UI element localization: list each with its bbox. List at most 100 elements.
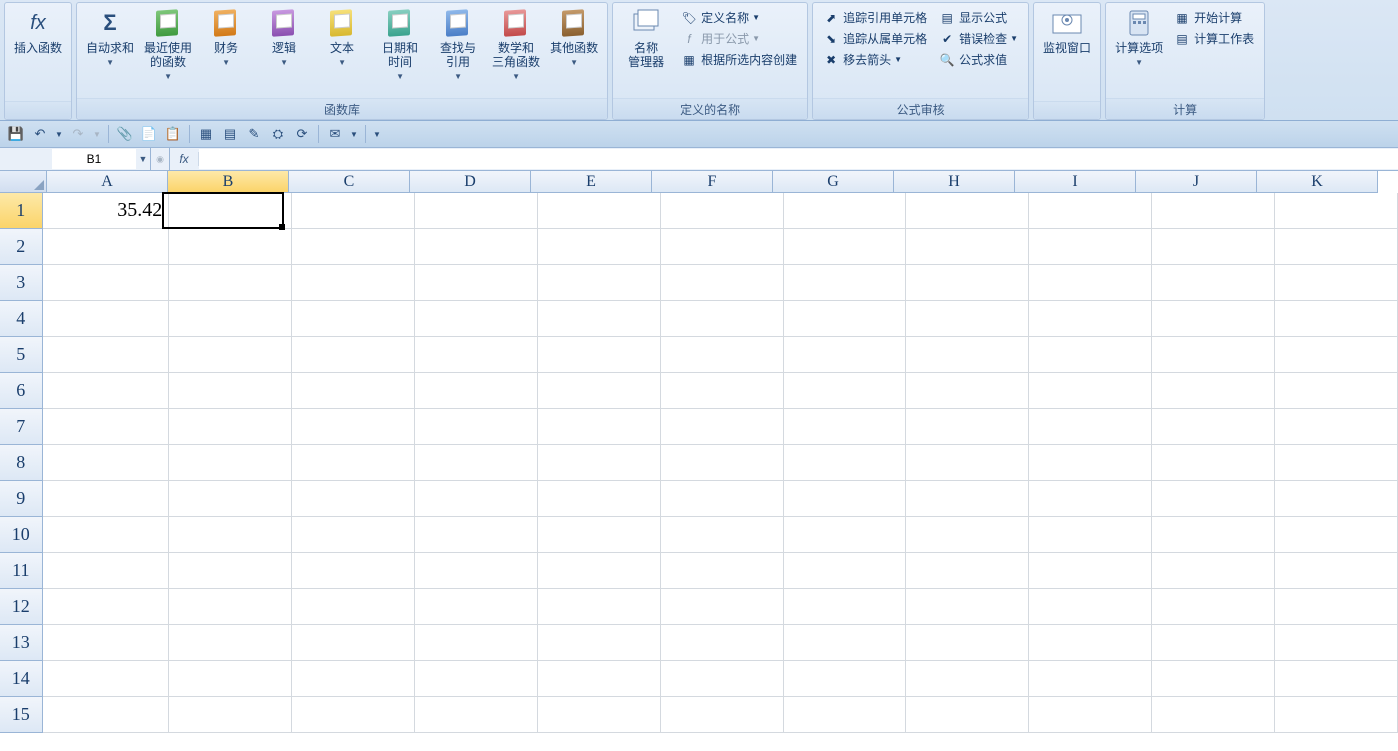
- redo-dropdown[interactable]: ▼: [92, 124, 102, 144]
- cell-B14[interactable]: [169, 661, 292, 697]
- cell-D6[interactable]: [414, 373, 537, 409]
- column-header-G[interactable]: G: [773, 171, 894, 193]
- cell-A15[interactable]: [43, 697, 169, 733]
- new-button[interactable]: 📄: [139, 124, 159, 144]
- cell-J6[interactable]: [1152, 373, 1275, 409]
- remove-arrows-button[interactable]: ✖ 移去箭头 ▼: [819, 49, 931, 70]
- column-header-E[interactable]: E: [531, 171, 652, 193]
- cell-B1[interactable]: [169, 193, 292, 229]
- row-header-2[interactable]: 2: [0, 229, 43, 265]
- cell-F15[interactable]: [660, 697, 783, 733]
- row-header-15[interactable]: 15: [0, 697, 43, 733]
- other-functions-button[interactable]: 其他函数 ▼: [546, 5, 602, 72]
- cell-F6[interactable]: [660, 373, 783, 409]
- cell-G14[interactable]: [783, 661, 906, 697]
- column-header-J[interactable]: J: [1136, 171, 1257, 193]
- cell-K12[interactable]: [1275, 589, 1398, 625]
- cell-K11[interactable]: [1275, 553, 1398, 589]
- column-header-K[interactable]: K: [1257, 171, 1378, 193]
- cell-E12[interactable]: [537, 589, 660, 625]
- cell-F12[interactable]: [660, 589, 783, 625]
- cell-I14[interactable]: [1029, 661, 1152, 697]
- recent-functions-button[interactable]: 最近使用 的函数 ▼: [140, 5, 196, 86]
- cell-F11[interactable]: [660, 553, 783, 589]
- cell-G4[interactable]: [783, 301, 906, 337]
- show-formulas-button[interactable]: ▤ 显示公式: [935, 7, 1022, 28]
- qat-customize[interactable]: ▼: [372, 124, 382, 144]
- cell-D7[interactable]: [414, 409, 537, 445]
- cell-C13[interactable]: [292, 625, 415, 661]
- cell-C10[interactable]: [292, 517, 415, 553]
- cell-C2[interactable]: [292, 229, 415, 265]
- cell-C8[interactable]: [292, 445, 415, 481]
- cell-D5[interactable]: [414, 337, 537, 373]
- cell-A2[interactable]: [43, 229, 169, 265]
- cell-F10[interactable]: [660, 517, 783, 553]
- cell-H5[interactable]: [906, 337, 1029, 373]
- row-header-9[interactable]: 9: [0, 481, 43, 517]
- row-header-3[interactable]: 3: [0, 265, 43, 301]
- cell-B6[interactable]: [169, 373, 292, 409]
- copy-button[interactable]: 📋: [163, 124, 183, 144]
- cell-E4[interactable]: [537, 301, 660, 337]
- cell-D11[interactable]: [414, 553, 537, 589]
- name-box-input[interactable]: [52, 149, 136, 169]
- column-header-C[interactable]: C: [289, 171, 410, 193]
- qat-dropdown-6[interactable]: ▼: [349, 124, 359, 144]
- cell-D4[interactable]: [414, 301, 537, 337]
- cell-D10[interactable]: [414, 517, 537, 553]
- cell-G1[interactable]: [783, 193, 906, 229]
- qat-btn-5[interactable]: ⟳: [292, 124, 312, 144]
- cell-C15[interactable]: [292, 697, 415, 733]
- select-all-corner[interactable]: [0, 171, 47, 193]
- cell-D13[interactable]: [414, 625, 537, 661]
- cell-H9[interactable]: [906, 481, 1029, 517]
- qat-btn-3[interactable]: ✎: [244, 124, 264, 144]
- cell-I11[interactable]: [1029, 553, 1152, 589]
- cell-B10[interactable]: [169, 517, 292, 553]
- cell-F3[interactable]: [660, 265, 783, 301]
- cell-A10[interactable]: [43, 517, 169, 553]
- cell-F13[interactable]: [660, 625, 783, 661]
- cell-H7[interactable]: [906, 409, 1029, 445]
- cell-G3[interactable]: [783, 265, 906, 301]
- cell-D15[interactable]: [414, 697, 537, 733]
- cell-G7[interactable]: [783, 409, 906, 445]
- cell-F9[interactable]: [660, 481, 783, 517]
- watch-window-button[interactable]: 监视窗口: [1039, 5, 1095, 57]
- row-header-1[interactable]: 1: [0, 193, 43, 229]
- cell-K1[interactable]: [1275, 193, 1398, 229]
- cell-E11[interactable]: [537, 553, 660, 589]
- cell-K2[interactable]: [1275, 229, 1398, 265]
- cell-H15[interactable]: [906, 697, 1029, 733]
- cell-A7[interactable]: [43, 409, 169, 445]
- lookup-button[interactable]: 查找与 引用 ▼: [430, 5, 486, 86]
- cell-B15[interactable]: [169, 697, 292, 733]
- cell-B4[interactable]: [169, 301, 292, 337]
- name-manager-button[interactable]: 名称 管理器: [618, 5, 674, 71]
- qat-btn-6[interactable]: ✉: [325, 124, 345, 144]
- cell-A1[interactable]: 35.42: [43, 193, 169, 229]
- cell-J14[interactable]: [1152, 661, 1275, 697]
- cell-K6[interactable]: [1275, 373, 1398, 409]
- cell-F5[interactable]: [660, 337, 783, 373]
- attach-button[interactable]: 📎: [115, 124, 135, 144]
- cell-H3[interactable]: [906, 265, 1029, 301]
- cell-H14[interactable]: [906, 661, 1029, 697]
- cell-I12[interactable]: [1029, 589, 1152, 625]
- cell-D14[interactable]: [414, 661, 537, 697]
- cell-C9[interactable]: [292, 481, 415, 517]
- cell-J1[interactable]: [1152, 193, 1275, 229]
- cell-J10[interactable]: [1152, 517, 1275, 553]
- cell-B13[interactable]: [169, 625, 292, 661]
- cell-E5[interactable]: [537, 337, 660, 373]
- datetime-button[interactable]: 日期和 时间 ▼: [372, 5, 428, 86]
- cell-I15[interactable]: [1029, 697, 1152, 733]
- cell-K7[interactable]: [1275, 409, 1398, 445]
- cell-A8[interactable]: [43, 445, 169, 481]
- define-name-button[interactable]: 🏷 定义名称 ▼: [677, 7, 801, 28]
- cell-J15[interactable]: [1152, 697, 1275, 733]
- cell-E6[interactable]: [537, 373, 660, 409]
- autosum-button[interactable]: Σ 自动求和 ▼: [82, 5, 138, 72]
- cell-J8[interactable]: [1152, 445, 1275, 481]
